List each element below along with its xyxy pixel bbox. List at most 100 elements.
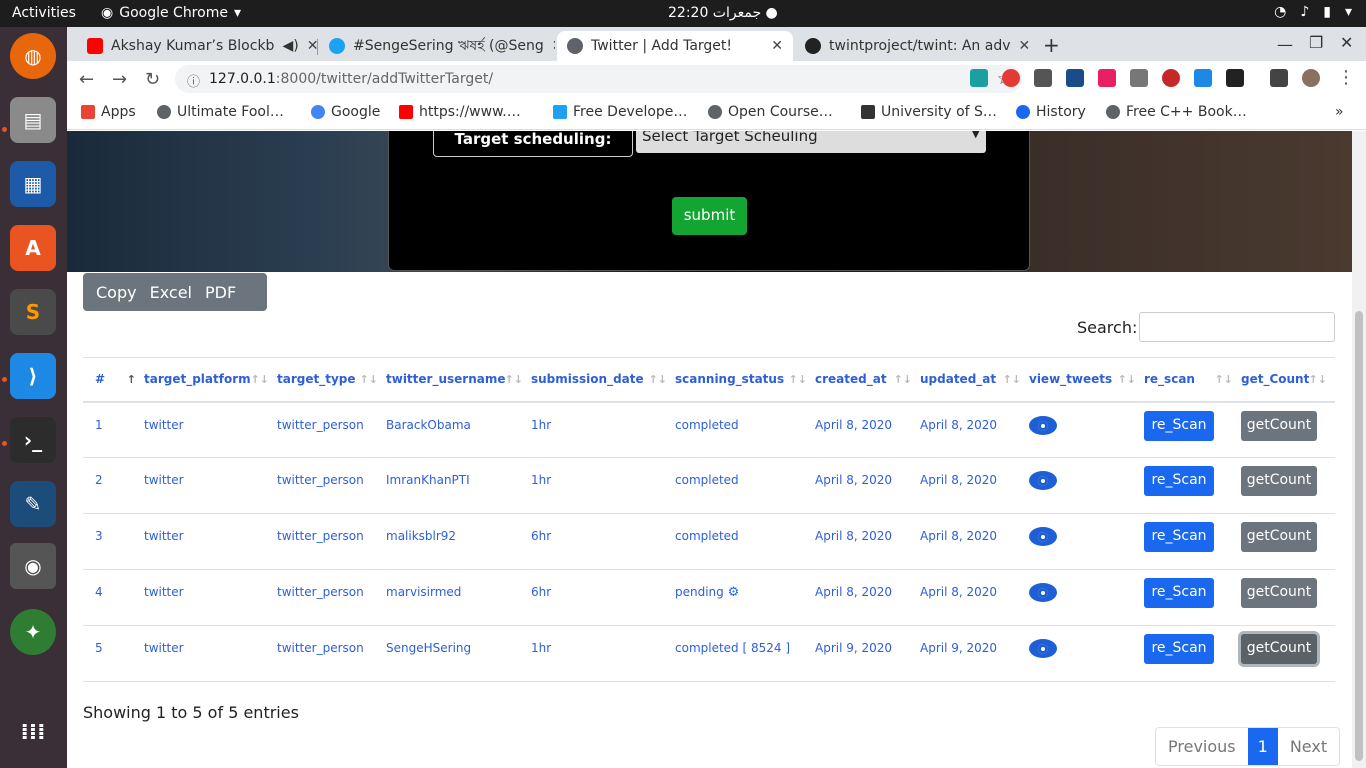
getcount-button[interactable]: getCount bbox=[1241, 634, 1317, 664]
extension-icon[interactable] bbox=[1098, 69, 1116, 87]
bookmark-item[interactable]: Free Develope… bbox=[553, 104, 687, 120]
clock[interactable]: جمعرات 22:20 ● bbox=[668, 5, 778, 21]
previous-button[interactable]: Previous bbox=[1156, 728, 1248, 765]
submit-button[interactable]: submit bbox=[672, 197, 747, 235]
mysql-workbench-icon[interactable]: ✎ bbox=[10, 481, 56, 527]
more-bookmarks-button[interactable]: » bbox=[1335, 104, 1344, 120]
column-header-label: view_tweets bbox=[1029, 372, 1113, 387]
maximize-button[interactable]: ❐ bbox=[1309, 33, 1323, 52]
extension-icon[interactable] bbox=[1034, 69, 1052, 87]
sublime-text-icon[interactable]: S bbox=[10, 289, 56, 335]
scheduling-select[interactable]: Select Target Scheuling ▼ bbox=[636, 131, 986, 153]
eye-icon[interactable] bbox=[1029, 639, 1057, 658]
tab-github[interactable]: twintproject/twint: An adv ✕ bbox=[795, 31, 1031, 61]
show-apps-icon[interactable]: ⁞⁞⁞ bbox=[10, 709, 56, 755]
excel-button[interactable]: Excel bbox=[137, 273, 192, 311]
cell-status: pending ⚙ bbox=[675, 569, 815, 626]
rocket-icon[interactable]: ✦ bbox=[10, 609, 56, 655]
getcount-button[interactable]: getCount bbox=[1241, 410, 1317, 441]
bookmark-item[interactable]: Google bbox=[311, 104, 380, 120]
rescan-button[interactable]: re_Scan bbox=[1144, 522, 1214, 552]
tab-youtube[interactable]: Akshay Kumar’s Blockb ◀) ✕ bbox=[77, 31, 317, 61]
bookmark-item[interactable]: University of S… bbox=[861, 104, 997, 120]
bookmark-item[interactable]: https://www.… bbox=[399, 104, 521, 120]
chrome-icon[interactable]: ◉ bbox=[10, 543, 56, 589]
bookmark-item[interactable]: Ultimate Fool… bbox=[157, 104, 284, 120]
files-icon[interactable]: ▤ bbox=[10, 97, 56, 143]
close-icon[interactable]: ✕ bbox=[771, 38, 783, 54]
column-header[interactable]: submission_date ↑↓ bbox=[531, 357, 675, 403]
rescan-button[interactable]: re_Scan bbox=[1144, 578, 1214, 608]
getcount-button[interactable]: getCount bbox=[1241, 578, 1317, 608]
copy-button[interactable]: Copy bbox=[83, 273, 137, 311]
column-header[interactable]: twitter_username ↑↓ bbox=[386, 357, 531, 403]
page-button[interactable]: 1 bbox=[1247, 728, 1278, 765]
tab-add-target[interactable]: Twitter | Add Target! ✕ bbox=[557, 31, 793, 61]
getcount-button[interactable]: getCount bbox=[1241, 522, 1317, 552]
column-header[interactable]: created_at ↑↓ bbox=[815, 357, 920, 403]
cell-platform: twitter bbox=[144, 457, 277, 514]
rescan-button[interactable]: re_Scan bbox=[1144, 634, 1214, 664]
next-button[interactable]: Next bbox=[1278, 728, 1339, 765]
new-tab-button[interactable]: + bbox=[1043, 33, 1060, 57]
eye-icon[interactable] bbox=[1029, 583, 1057, 602]
libreoffice-impress-icon[interactable]: ▦ bbox=[10, 161, 56, 207]
close-icon[interactable]: ✕ bbox=[1019, 38, 1031, 54]
column-header[interactable]: target_type ↑↓ bbox=[277, 357, 386, 403]
activities-button[interactable]: Activities bbox=[12, 5, 76, 21]
close-window-button[interactable]: ✕ bbox=[1340, 33, 1353, 52]
bookmark-item[interactable]: Free C++ Book… bbox=[1106, 104, 1247, 120]
terminal-icon[interactable]: ›_ bbox=[10, 417, 56, 463]
software-center-icon[interactable]: A bbox=[10, 225, 56, 271]
column-header[interactable]: view_tweets ↑↓ bbox=[1029, 357, 1144, 403]
back-button[interactable]: ← bbox=[79, 69, 94, 90]
search-input[interactable] bbox=[1139, 312, 1335, 342]
extension-icon[interactable] bbox=[1002, 69, 1020, 87]
menu-icon[interactable]: ⋮ bbox=[1337, 67, 1355, 88]
speaker-icon[interactable]: ◀) bbox=[282, 38, 298, 54]
scrollbar-thumb[interactable] bbox=[1355, 311, 1363, 761]
column-header[interactable]: target_platform ↑↓ bbox=[144, 357, 277, 403]
reload-button[interactable]: ↻ bbox=[145, 69, 160, 90]
media-control-icon[interactable] bbox=[1270, 69, 1288, 87]
eye-icon[interactable] bbox=[1029, 415, 1057, 435]
search-label: Search: bbox=[1077, 318, 1138, 337]
column-header[interactable]: # ↑ bbox=[83, 357, 144, 403]
extension-icon[interactable] bbox=[1130, 69, 1148, 87]
row-number: 5 bbox=[83, 625, 144, 682]
table-row: 2 twitter twitter_person ImranKhanPTI 1h… bbox=[83, 457, 1335, 514]
eye-icon[interactable] bbox=[1029, 527, 1057, 546]
bookmark-label: History bbox=[1036, 104, 1086, 120]
bookmark-item[interactable]: Open Course… bbox=[708, 104, 833, 120]
info-icon[interactable]: ⓘ bbox=[187, 71, 200, 90]
system-tray[interactable]: ◔ ♪ ▮ ▾ bbox=[1274, 4, 1352, 20]
extension-icon[interactable] bbox=[1162, 69, 1180, 87]
eye-icon[interactable] bbox=[1029, 471, 1057, 490]
column-header[interactable]: updated_at ↑↓ bbox=[920, 357, 1029, 403]
rescan-button[interactable]: re_Scan bbox=[1144, 410, 1214, 441]
cell-type: twitter_person bbox=[277, 569, 386, 626]
bookmark-apps[interactable]: Apps bbox=[81, 104, 136, 120]
pdf-button[interactable]: PDF bbox=[192, 273, 236, 311]
column-header[interactable]: get_Count ↑↓ bbox=[1241, 357, 1335, 403]
extension-icon[interactable] bbox=[1194, 69, 1212, 87]
forward-button[interactable]: → bbox=[112, 69, 127, 90]
address-bar[interactable]: ⓘ 127.0.0.1:8000/twitter/addTwitterTarge… bbox=[175, 65, 1022, 93]
vscode-icon[interactable]: ⟩ bbox=[10, 353, 56, 399]
column-header[interactable]: re_scan ↑↓ bbox=[1144, 357, 1241, 403]
bookmark-item[interactable]: History bbox=[1016, 104, 1086, 120]
page-scrollbar[interactable] bbox=[1352, 131, 1366, 768]
column-header[interactable]: scanning_status ↑↓ bbox=[675, 357, 815, 403]
firefox-icon[interactable]: ◍ bbox=[10, 33, 56, 79]
extension-icon[interactable] bbox=[970, 69, 988, 87]
close-icon[interactable]: ✕ bbox=[552, 38, 555, 54]
close-icon[interactable]: ✕ bbox=[307, 38, 317, 54]
extension-icon[interactable] bbox=[1066, 69, 1084, 87]
rescan-button[interactable]: re_Scan bbox=[1144, 466, 1214, 496]
avatar[interactable] bbox=[1302, 69, 1320, 87]
extension-icon[interactable] bbox=[1226, 69, 1244, 87]
getcount-button[interactable]: getCount bbox=[1241, 466, 1317, 496]
tab-twitter[interactable]: #SengeSering ঋষর্হ (@Seng ✕ bbox=[319, 31, 555, 61]
minimize-button[interactable]: — bbox=[1277, 35, 1293, 54]
app-menu[interactable]: ◉ Google Chrome ▾ bbox=[101, 5, 241, 21]
